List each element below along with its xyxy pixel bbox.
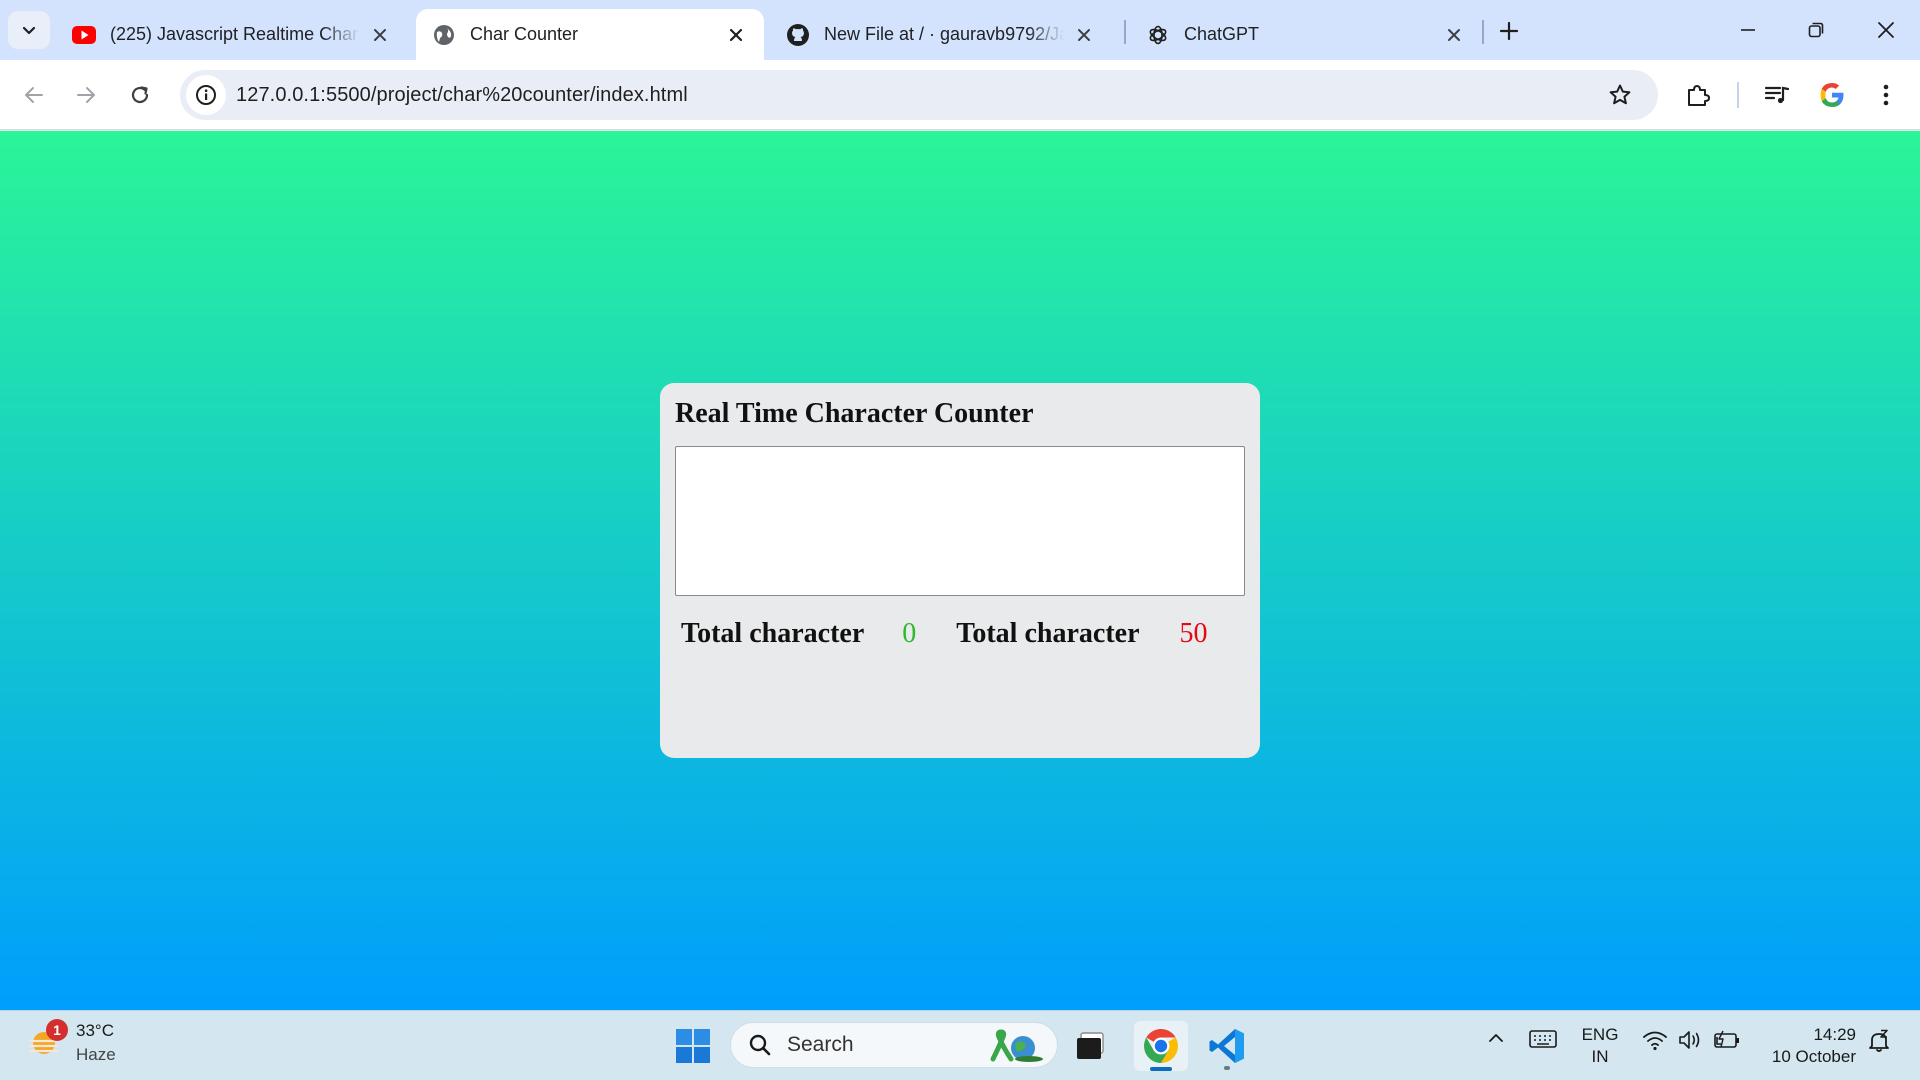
- tab-title: (225) Javascript Realtime Chara: [110, 24, 360, 44]
- chrome-icon: [1144, 1029, 1178, 1063]
- region-code: IN: [1591, 1047, 1609, 1066]
- tab-char-counter[interactable]: Char Counter: [416, 9, 764, 60]
- tab-title: Char Counter: [470, 24, 579, 44]
- arrow-right-icon: [77, 87, 95, 103]
- browser-toolbar: 127.0.0.1:5500/project/char%20counter/in…: [0, 60, 1920, 130]
- remaining-character-count: 50: [1179, 618, 1208, 649]
- chevron-down-icon: [22, 26, 36, 35]
- start-button[interactable]: [666, 1021, 720, 1071]
- more-vertical-icon: [1883, 84, 1889, 106]
- counter-card: Real Time Character Counter Total charac…: [660, 383, 1260, 758]
- search-placeholder: Search: [787, 1033, 854, 1056]
- taskbar: 1 33°C Haze Search ENG IN 14:29 10 Octob…: [0, 1010, 1920, 1080]
- page-background: Real Time Character Counter Total charac…: [0, 131, 1920, 1010]
- counter-stats: Total character 0 Total character 50: [675, 618, 1245, 650]
- close-icon[interactable]: [724, 23, 748, 47]
- remaining-character-label: Total character: [956, 618, 1140, 649]
- close-window-button[interactable]: [1858, 10, 1914, 50]
- arrow-left-icon: [25, 87, 43, 103]
- tab-github[interactable]: New File at / · gauravb9792/Jav: [770, 9, 1112, 60]
- tab-separator: [1124, 20, 1126, 44]
- battery-button[interactable]: [1712, 1029, 1742, 1051]
- tab-separator: [1482, 20, 1484, 44]
- volume-button[interactable]: [1676, 1029, 1706, 1051]
- tab-search-button[interactable]: [8, 11, 50, 49]
- reload-icon: [131, 86, 149, 104]
- github-icon: [786, 23, 810, 47]
- minimize-button[interactable]: [1720, 10, 1776, 50]
- restore-button[interactable]: [1788, 10, 1844, 50]
- tab-title: ChatGPT: [1184, 24, 1260, 44]
- close-icon: [1878, 22, 1894, 38]
- taskbar-app-chrome[interactable]: [1134, 1021, 1188, 1071]
- text-input[interactable]: [675, 446, 1245, 596]
- network-button[interactable]: [1640, 1029, 1670, 1051]
- playlist-music-icon: [1764, 86, 1790, 104]
- weather-widget[interactable]: 1 33°C Haze: [28, 1019, 116, 1067]
- youtube-icon: [72, 23, 96, 47]
- star-icon: [1609, 84, 1631, 105]
- taskbar-app-vscode[interactable]: [1200, 1021, 1254, 1071]
- reload-button[interactable]: [120, 75, 160, 115]
- google-account-button[interactable]: [1812, 75, 1852, 115]
- tab-chatgpt[interactable]: ChatGPT: [1130, 9, 1482, 60]
- forward-button[interactable]: [66, 75, 106, 115]
- notifications-button[interactable]: [1866, 1029, 1892, 1053]
- language-indicator[interactable]: ENG IN: [1578, 1024, 1622, 1068]
- speaker-icon: [1679, 1031, 1700, 1049]
- plus-icon: [1499, 21, 1519, 41]
- close-icon[interactable]: [1072, 23, 1096, 47]
- info-icon: [196, 85, 216, 105]
- puzzle-icon: [1688, 85, 1710, 106]
- running-indicator: [1224, 1066, 1230, 1070]
- clock-date: 10 October: [1771, 1047, 1856, 1066]
- awareness-ribbon-icon: [990, 1029, 1043, 1062]
- wifi-icon: [1643, 1031, 1667, 1051]
- tab-title: New File at / · gauravb9792/Jav: [824, 24, 1064, 44]
- clock-time: 14:29: [1813, 1025, 1856, 1044]
- site-info-button[interactable]: [186, 75, 226, 115]
- weather-haze-icon: 1: [28, 1019, 68, 1061]
- taskbar-app-file-explorer[interactable]: [1064, 1021, 1118, 1071]
- task-view-icon: [1077, 1032, 1104, 1059]
- url-text[interactable]: 127.0.0.1:5500/project/char%20counter/in…: [236, 84, 688, 107]
- menu-button[interactable]: [1866, 75, 1906, 115]
- bell-snooze-icon: [1869, 1029, 1889, 1052]
- google-icon: [1820, 83, 1844, 107]
- language-code: ENG: [1581, 1025, 1619, 1044]
- search-icon: [747, 1032, 773, 1058]
- show-hidden-icons-button[interactable]: [1484, 1029, 1508, 1047]
- chevron-up-icon: [1489, 1034, 1503, 1042]
- new-tab-button[interactable]: [1492, 14, 1526, 48]
- touch-keyboard-button[interactable]: [1528, 1029, 1558, 1049]
- bookmark-button[interactable]: [1600, 75, 1640, 115]
- page-title: Real Time Character Counter: [675, 398, 1034, 429]
- media-control-button[interactable]: [1757, 75, 1797, 115]
- toolbar-separator: [1737, 82, 1739, 108]
- extensions-button[interactable]: [1678, 75, 1718, 115]
- back-button[interactable]: [14, 75, 54, 115]
- keyboard-icon: [1529, 1030, 1557, 1048]
- tab-strip: (225) Javascript Realtime Chara Char Cou…: [0, 0, 1920, 60]
- close-icon[interactable]: [1442, 23, 1466, 47]
- tab-youtube[interactable]: (225) Javascript Realtime Chara: [56, 9, 408, 60]
- windows-icon: [676, 1029, 710, 1063]
- taskbar-search[interactable]: Search: [730, 1022, 1058, 1068]
- vscode-icon: [1209, 1029, 1244, 1063]
- active-indicator: [1150, 1067, 1172, 1071]
- close-icon[interactable]: [368, 23, 392, 47]
- chatgpt-icon: [1146, 23, 1170, 47]
- weather-temperature: 33°C: [76, 1021, 114, 1040]
- minimize-icon: [1741, 29, 1755, 31]
- system-clock[interactable]: 14:29 10 October: [1760, 1024, 1856, 1068]
- total-character-count: 0: [902, 618, 917, 649]
- globe-icon: [432, 23, 456, 47]
- total-character-label: Total character: [681, 618, 865, 649]
- battery-charging-icon: [1714, 1030, 1739, 1048]
- address-bar[interactable]: 127.0.0.1:5500/project/char%20counter/in…: [180, 70, 1658, 120]
- weather-condition: Haze: [76, 1045, 116, 1064]
- restore-icon: [1808, 22, 1824, 38]
- notification-badge: 1: [46, 1019, 68, 1041]
